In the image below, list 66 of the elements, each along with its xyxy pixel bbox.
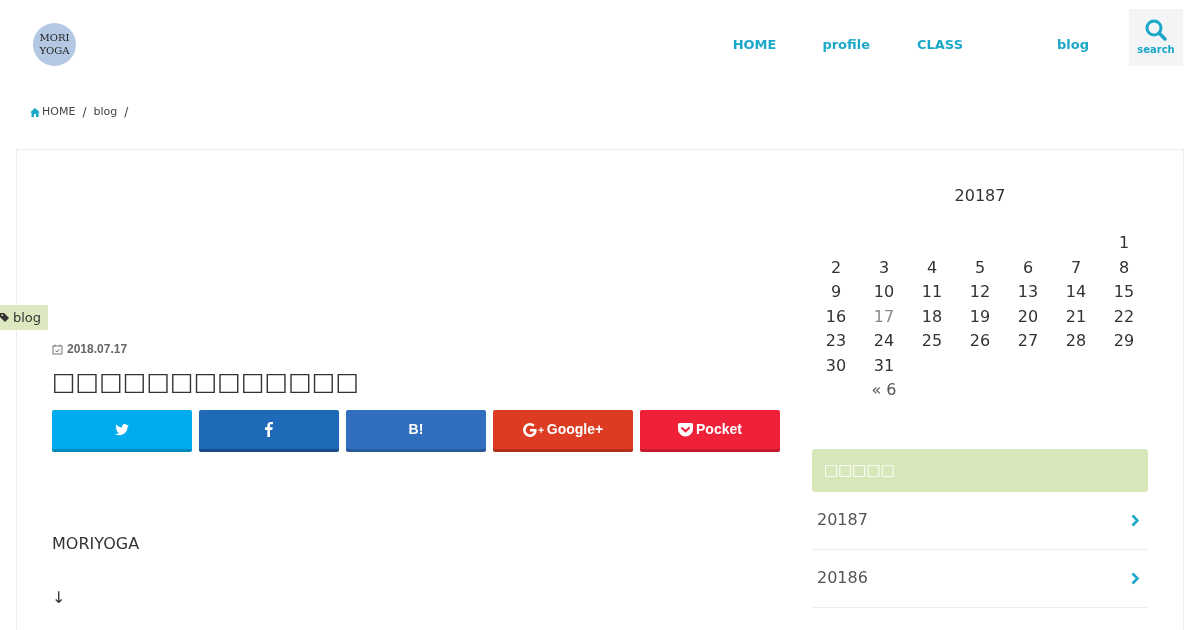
calendar-day: 16	[825, 306, 847, 326]
calendar-day: 15	[1113, 282, 1135, 301]
facebook-icon	[265, 422, 273, 437]
logo[interactable]: MORI YOGA	[33, 22, 76, 66]
search-icon	[1144, 17, 1168, 42]
arrow-text: ↓	[52, 587, 67, 609]
category-tag[interactable]: blog	[0, 305, 48, 330]
search-button[interactable]: search	[1129, 8, 1183, 66]
calendar-day: 2	[830, 257, 842, 277]
nav-link[interactable]: HOME	[732, 35, 777, 55]
calendar-day: 10	[873, 282, 895, 301]
share-button[interactable]: Pocket	[640, 410, 780, 452]
pocket-icon	[678, 422, 694, 437]
calendar-day: 20	[1017, 306, 1039, 326]
bird-icon	[115, 423, 129, 436]
calendar-day: 29	[1113, 331, 1135, 350]
chevron-right-icon	[1131, 513, 1139, 527]
chevron-right-icon	[1131, 571, 1139, 585]
previous-month-link[interactable]: « 6	[871, 380, 897, 399]
archive-item[interactable]: 20186	[812, 549, 1148, 608]
post-title: □□□□□□□□□□□□□	[52, 366, 361, 398]
archive-heading: □□□□□	[812, 448, 1148, 492]
breadcrumb-link[interactable]: blog	[93, 103, 118, 121]
nav-link[interactable]: CLASS	[916, 35, 963, 55]
breadcrumb-link[interactable]: HOME	[42, 103, 76, 121]
tag-icon	[0, 312, 9, 323]
calendar-day: 5	[974, 257, 986, 277]
post-date: 2018.07.17	[67, 341, 128, 358]
share-button[interactable]	[199, 410, 339, 452]
breadcrumb-separator: /	[82, 104, 87, 121]
calendar-day: 26	[969, 331, 991, 350]
calendar-day: 22	[1113, 306, 1135, 326]
calendar-day: 27	[1017, 331, 1039, 350]
calendar-day: 25	[921, 331, 943, 350]
share-button[interactable]: Google+	[493, 410, 633, 452]
nav-link[interactable]: profile	[822, 35, 870, 55]
calendar-day: 19	[969, 306, 991, 326]
calendar-day: 12	[969, 282, 991, 301]
calendar-day: 21	[1065, 306, 1087, 326]
calendar-day: 11	[921, 282, 943, 301]
nav-link[interactable]: blog	[1057, 35, 1089, 55]
breadcrumb-separator: /	[124, 104, 129, 121]
calendar-icon	[52, 343, 63, 355]
calendar-day: 3	[878, 257, 890, 277]
calendar-day: 13	[1017, 282, 1039, 301]
calendar-day: 1	[1118, 233, 1130, 252]
calendar-day: 18	[921, 306, 943, 326]
share-button[interactable]	[52, 410, 192, 452]
calendar-day: 28	[1065, 331, 1087, 350]
archive-item[interactable]: 20187	[812, 491, 1148, 550]
calendar-day-link[interactable]: 17	[873, 306, 895, 326]
calendar-day: 23	[825, 331, 847, 350]
calendar-day: 4	[926, 257, 938, 277]
share-button[interactable]: B!	[346, 410, 486, 452]
google-plus-icon	[522, 422, 544, 437]
calendar-day: 30	[825, 355, 847, 375]
body-text: MORIYOGA	[52, 533, 141, 555]
calendar-caption: 20187	[953, 185, 1007, 207]
calendar-day: 9	[830, 282, 842, 301]
calendar-day: 24	[873, 331, 895, 350]
calendar-day: 7	[1070, 257, 1082, 277]
calendar-day: 31	[873, 355, 895, 375]
calendar-day: 8	[1118, 257, 1130, 277]
home-icon	[30, 107, 40, 117]
calendar-day: 6	[1022, 257, 1034, 277]
calendar-day: 14	[1065, 282, 1087, 301]
